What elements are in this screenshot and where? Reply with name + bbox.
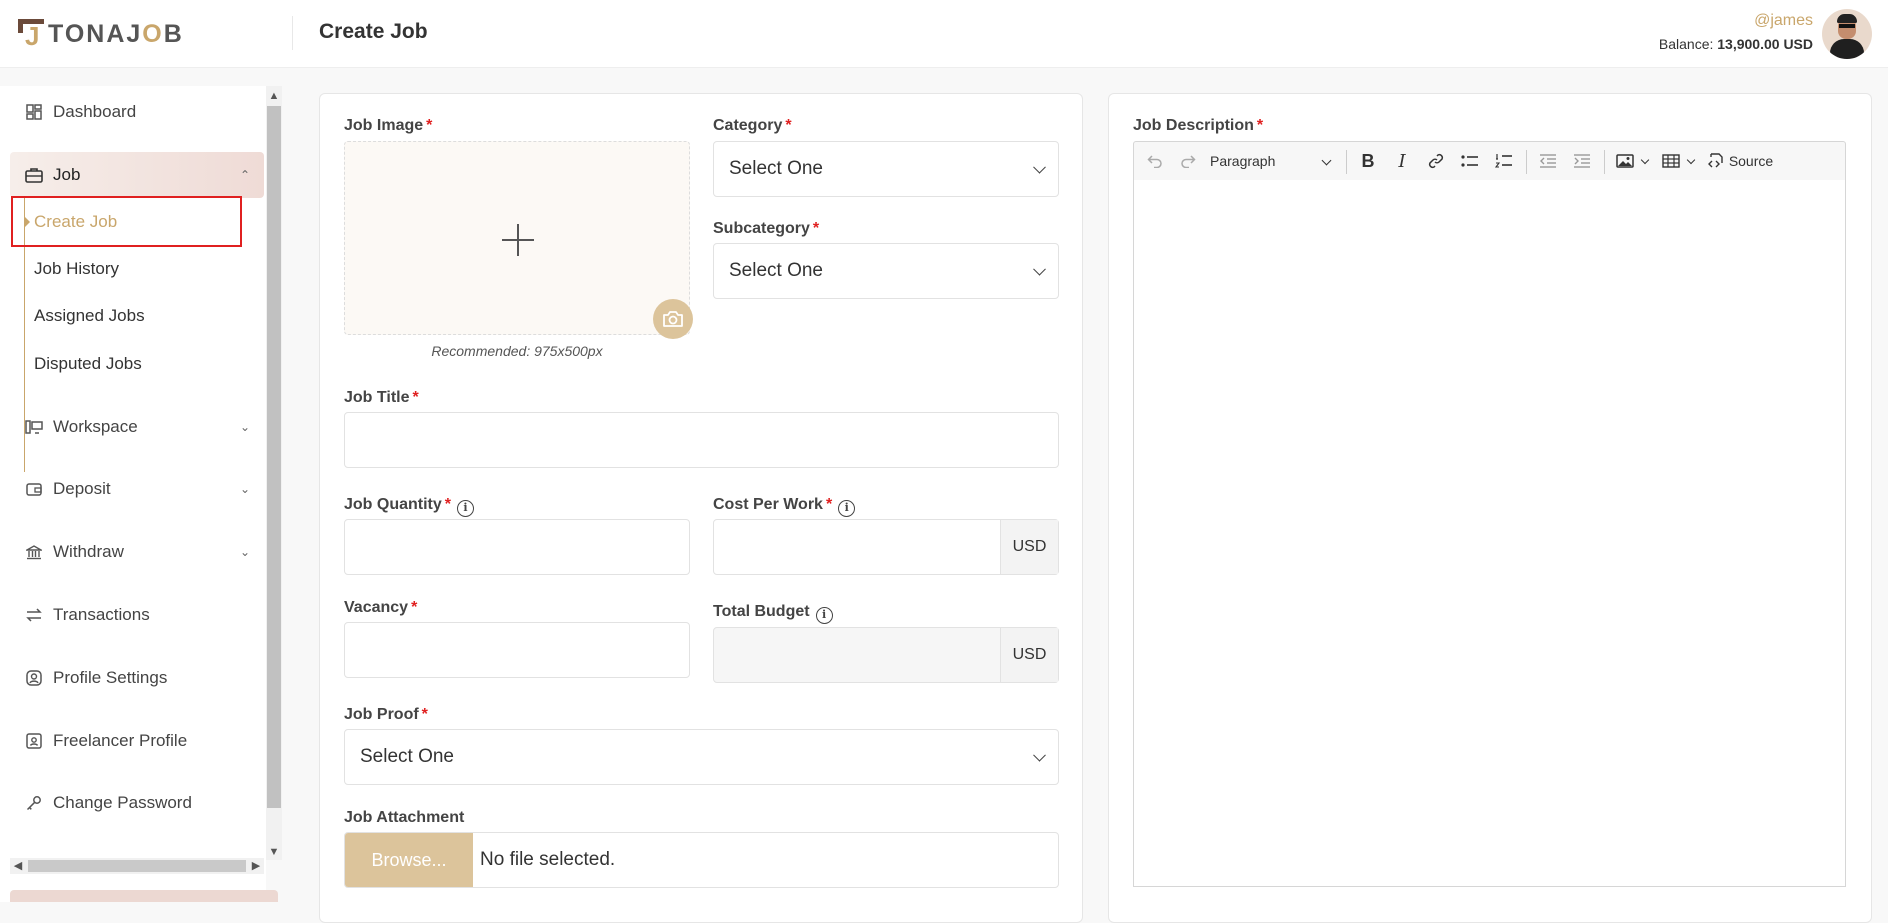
job-title-input[interactable]	[344, 412, 1059, 468]
italic-icon[interactable]: I	[1388, 142, 1416, 180]
browse-button[interactable]: Browse...	[345, 833, 473, 887]
link-icon[interactable]	[1422, 142, 1450, 180]
job-image-label: Job Image *	[344, 117, 433, 134]
sidebar-item-job-history[interactable]: Job History	[34, 249, 119, 289]
sidebar-vertical-scrollbar[interactable]: ▲ ▼	[266, 86, 282, 860]
user-circle-icon	[25, 669, 43, 687]
sidebar-item-profile-settings[interactable]: Profile Settings	[10, 655, 264, 701]
sidebar-item-change-password[interactable]: Change Password	[10, 780, 264, 826]
page-title: Create Job	[319, 20, 428, 43]
subcategory-label: Subcategory *	[713, 220, 820, 237]
job-proof-label: Job Proof *	[344, 706, 428, 723]
workspace-icon	[25, 418, 43, 436]
scroll-right-icon[interactable]: ▶	[248, 858, 264, 874]
camera-button[interactable]	[653, 299, 693, 339]
sidebar-item-dashboard[interactable]: Dashboard	[10, 89, 264, 135]
category-label: Category *	[713, 117, 792, 134]
redo-icon[interactable]	[1175, 142, 1201, 180]
undo-icon[interactable]	[1142, 142, 1168, 180]
insert-table-icon[interactable]	[1658, 142, 1698, 180]
chevron-down-icon: ⌄	[239, 420, 250, 434]
sidebar-item-job[interactable]: Job ⌃	[10, 152, 264, 198]
chevron-down-icon: ⌄	[239, 545, 250, 559]
sidebar-item-withdraw[interactable]: Withdraw ⌄	[10, 529, 264, 575]
paragraph-dropdown[interactable]: Paragraph	[1210, 142, 1340, 180]
chevron-down-icon	[1033, 262, 1046, 276]
source-button[interactable]: Source	[1704, 142, 1776, 180]
balance: Balance: 13,900.00 USD	[1658, 36, 1813, 52]
bank-icon	[25, 543, 43, 561]
bold-icon[interactable]: B	[1354, 142, 1382, 180]
logo-text: TONAJOB	[48, 19, 184, 48]
numbered-list-icon[interactable]	[1490, 142, 1518, 180]
job-attachment-input[interactable]: Browse... No file selected.	[344, 832, 1059, 888]
currency-addon: USD	[1000, 628, 1058, 682]
category-select[interactable]: Select One	[713, 141, 1059, 197]
job-attachment-label: Job Attachment	[344, 809, 465, 826]
vacancy-input[interactable]	[344, 622, 690, 678]
logo-mark-icon: J	[18, 19, 44, 49]
header-divider	[292, 16, 293, 50]
outdent-icon[interactable]	[1534, 142, 1562, 180]
job-quantity-label: Job Quantity * i	[344, 496, 475, 517]
sidebar-item-assigned-jobs[interactable]: Assigned Jobs	[34, 296, 145, 336]
chevron-up-icon: ⌃	[239, 168, 250, 182]
sidebar-item-workspace[interactable]: Workspace ⌄	[10, 404, 264, 450]
currency-addon: USD	[1000, 520, 1058, 574]
avatar[interactable]	[1822, 9, 1872, 59]
job-image-upload[interactable]	[344, 141, 690, 335]
description-editor[interactable]	[1133, 180, 1846, 887]
username[interactable]: @james	[1659, 12, 1813, 30]
scrollbar-thumb[interactable]	[267, 106, 281, 808]
info-icon[interactable]: i	[457, 500, 475, 517]
insert-image-icon[interactable]	[1612, 142, 1652, 180]
total-budget-label: Total Budget i	[713, 603, 833, 624]
scroll-left-icon[interactable]: ◀	[10, 858, 26, 874]
chevron-down-icon: ⌄	[239, 482, 250, 496]
bulleted-list-icon[interactable]	[1456, 142, 1484, 180]
sidebar-item-deposit[interactable]: Deposit ⌄	[10, 466, 264, 512]
indent-icon[interactable]	[1568, 142, 1596, 180]
highlight-box	[11, 196, 242, 247]
recommended-size: Recommended: 975x500px	[431, 343, 603, 359]
top-header: J TONAJOB Create Job @james Balance: 13,…	[0, 0, 1888, 68]
dashboard-icon	[25, 103, 43, 121]
chevron-down-icon	[1033, 160, 1046, 174]
scroll-down-icon[interactable]: ▼	[266, 844, 282, 860]
job-description-label: Job Description *	[1133, 117, 1264, 134]
key-icon	[25, 794, 43, 812]
sidebar-horizontal-scrollbar[interactable]: ◀ ▶	[10, 858, 264, 874]
info-icon[interactable]: i	[815, 607, 833, 624]
scroll-up-icon[interactable]: ▲	[266, 88, 282, 104]
job-quantity-input[interactable]	[344, 519, 690, 575]
chevron-down-icon	[1321, 155, 1332, 166]
vacancy-label: Vacancy *	[344, 599, 418, 616]
job-title-label: Job Title *	[344, 389, 419, 406]
sidebar-bottom-panel	[10, 890, 278, 902]
wallet-icon	[25, 480, 43, 498]
no-file-text: No file selected.	[480, 849, 616, 870]
user-info: @james Balance: 13,900.00 USD	[1659, 12, 1813, 52]
logo[interactable]: J TONAJOB	[18, 18, 184, 50]
transfer-icon	[25, 606, 43, 624]
subcategory-select[interactable]: Select One	[713, 243, 1059, 299]
briefcase-icon	[25, 166, 43, 184]
editor-toolbar: Paragraph B I Source	[1133, 141, 1846, 181]
total-budget-input: USD	[713, 627, 1059, 683]
info-icon[interactable]: i	[838, 500, 856, 517]
chevron-down-icon	[1033, 748, 1046, 762]
job-proof-select[interactable]: Select One	[344, 729, 1059, 785]
sidebar: Dashboard Job ⌃ Create Job Job History A…	[0, 86, 266, 902]
sidebar-item-transactions[interactable]: Transactions	[10, 592, 264, 638]
id-card-icon	[25, 732, 43, 750]
cost-per-work-input[interactable]: USD	[713, 519, 1059, 575]
source-icon	[1707, 153, 1723, 168]
sidebar-nav: Dashboard Job ⌃ Create Job Job History A…	[0, 86, 266, 856]
sidebar-item-freelancer-profile[interactable]: Freelancer Profile	[10, 718, 264, 764]
cost-per-work-label: Cost Per Work * i	[713, 496, 856, 517]
camera-icon	[663, 311, 683, 327]
sidebar-item-disputed-jobs[interactable]: Disputed Jobs	[34, 344, 142, 384]
scrollbar-thumb[interactable]	[28, 860, 246, 872]
